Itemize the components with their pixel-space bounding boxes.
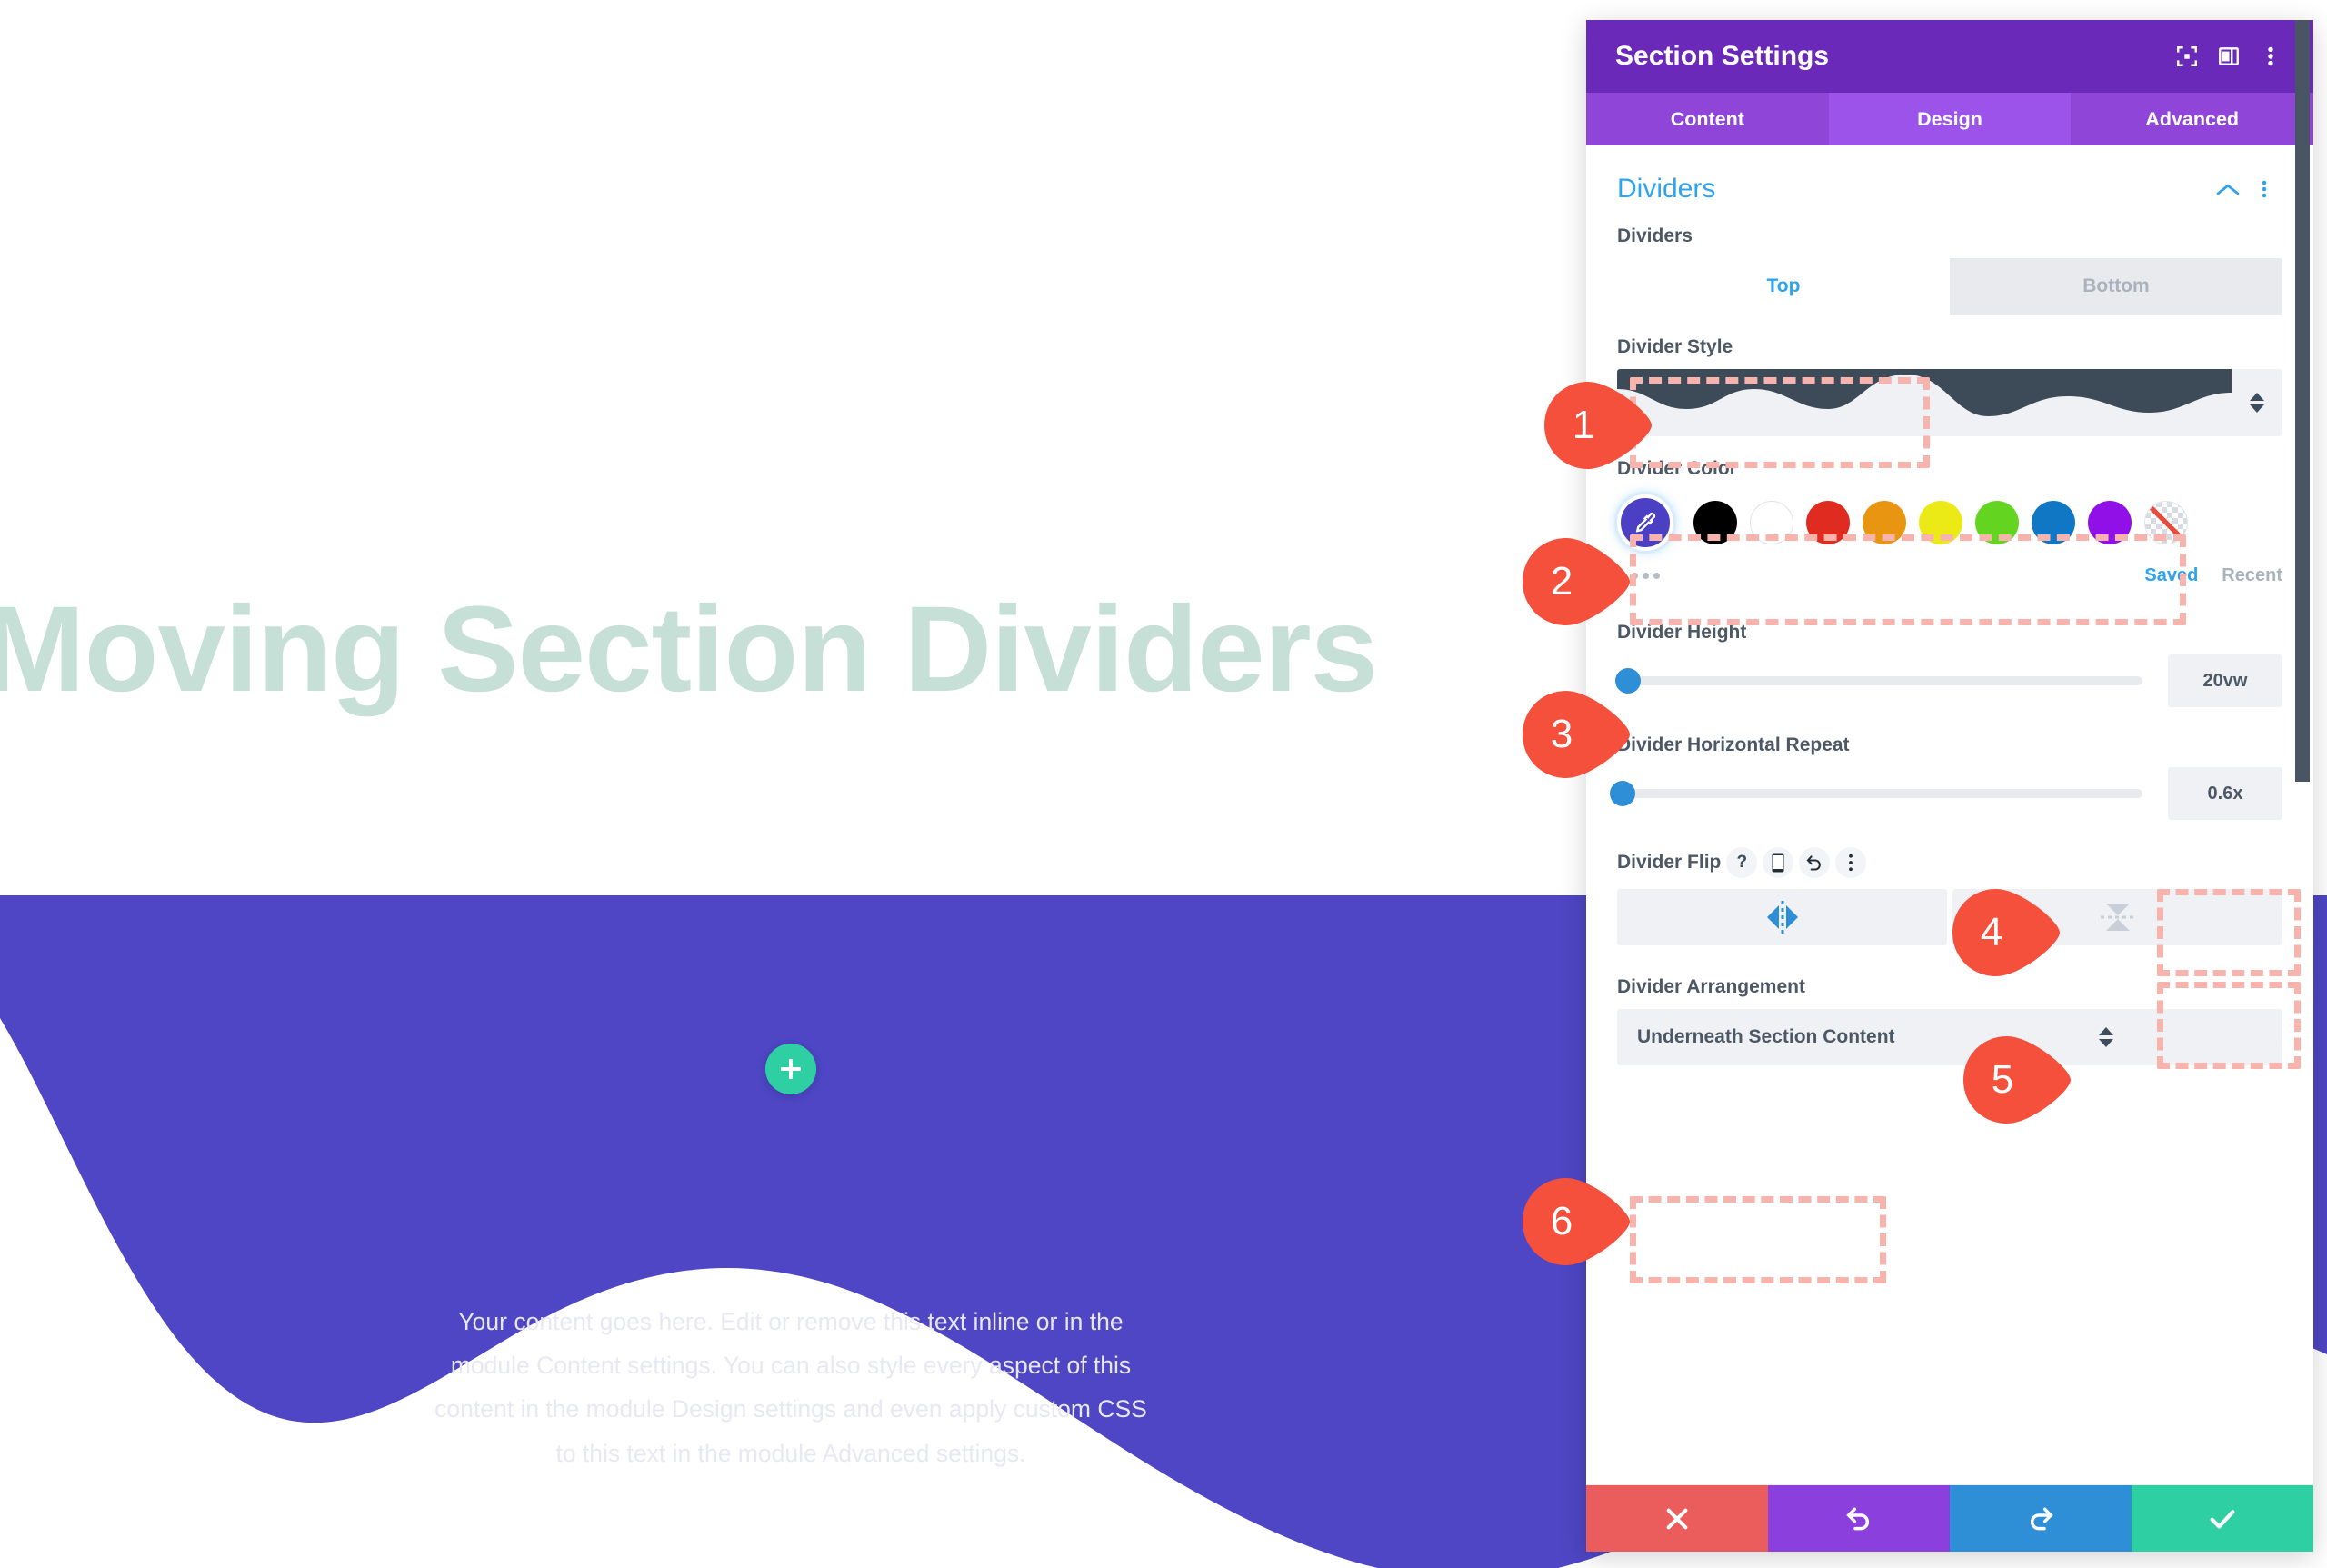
undo-arrow-icon	[1846, 1507, 1869, 1530]
tab-advanced[interactable]: Advanced	[2071, 93, 2313, 145]
swatch-red[interactable]	[1806, 501, 1850, 544]
recent-colors-tab[interactable]: Recent	[2222, 565, 2282, 586]
plus-icon-vertical	[789, 1059, 793, 1079]
swatch-white[interactable]	[1750, 501, 1793, 544]
divider-arrangement-label: Divider Arrangement	[1617, 976, 1805, 997]
slider-knob[interactable]	[1609, 781, 1635, 806]
focus-frame-icon[interactable]	[2166, 35, 2208, 77]
close-x-icon	[1666, 1508, 1688, 1529]
flip-vertical-icon	[2100, 904, 2135, 931]
eyedropper-icon	[1635, 512, 1656, 533]
checkmark-icon	[2210, 1509, 2235, 1529]
undo-button[interactable]	[1768, 1485, 1950, 1552]
divider-flip-vertical-button[interactable]	[1952, 889, 2282, 945]
help-icon[interactable]: ?	[1726, 847, 1758, 878]
divider-arrangement-value: Underneath Section Content	[1637, 1026, 1895, 1047]
tab-content[interactable]: Content	[1586, 93, 1829, 145]
slider-knob[interactable]	[1614, 668, 1641, 694]
reset-icon[interactable]	[1799, 847, 1831, 878]
swatch-purple[interactable]	[2088, 501, 2132, 544]
divider-flip-field: Divider Flip ?	[1617, 847, 2282, 945]
divider-horizontal-repeat-label: Divider Horizontal Repeat	[1617, 734, 1850, 755]
kebab-menu-icon[interactable]	[1835, 847, 1867, 878]
divider-style-label: Divider Style	[1617, 336, 1733, 357]
dividers-field: Dividers Top Bottom	[1617, 225, 2282, 315]
swatch-blue[interactable]	[2032, 501, 2075, 544]
divider-flip-label: Divider Flip	[1617, 852, 1722, 873]
divider-height-value[interactable]: 20vw	[2168, 654, 2282, 707]
divider-arrangement-field: Divider Arrangement Underneath Section C…	[1617, 976, 2282, 1065]
divider-flip-label-row: Divider Flip ?	[1617, 847, 2282, 878]
swatch-black[interactable]	[1693, 501, 1737, 544]
dividers-top-button[interactable]: Top	[1617, 258, 1950, 315]
dividers-bottom-button[interactable]: Bottom	[1950, 258, 2282, 315]
divider-horizontal-repeat-field: Divider Horizontal Repeat 0.6x	[1609, 734, 2282, 820]
divider-height-label: Divider Height	[1617, 622, 1747, 643]
panel-body: Dividers Dividers Top Bottom Divider Sty	[1586, 145, 2313, 1484]
dividers-toggle-title: Dividers	[1617, 174, 1716, 204]
panel-footer	[1586, 1484, 2313, 1552]
more-dots-icon[interactable]	[1617, 572, 1673, 579]
select-stepper-arrows	[1950, 1027, 2262, 1047]
panel-tabs: Content Design Advanced	[1586, 93, 2313, 145]
divider-color-meta-row: Saved Recent	[1617, 556, 2282, 594]
tab-design[interactable]: Design	[1828, 93, 2072, 145]
divider-color-eyedropper[interactable]	[1617, 494, 1673, 551]
divider-height-slider-row: 20vw	[1614, 654, 2282, 707]
section-body-text: Your content goes here. Edit or remove t…	[434, 1308, 1147, 1467]
phone-glyph	[1772, 853, 1784, 873]
divider-horizontal-repeat-value[interactable]: 0.6x	[2168, 767, 2282, 820]
style-stepper-arrows[interactable]	[2232, 369, 2282, 436]
add-module-button[interactable]	[765, 1044, 816, 1094]
dividers-toggle-header[interactable]: Dividers	[1617, 145, 2282, 225]
divider-height-slider[interactable]	[1614, 668, 2142, 694]
divider-color-label: Divider Color	[1617, 458, 1737, 479]
panel-header: Section Settings	[1586, 20, 2313, 93]
divider-horizontal-repeat-slider-row: 0.6x	[1609, 767, 2282, 820]
panel-scrollbar[interactable]	[2295, 20, 2310, 782]
undo-glyph	[1806, 855, 1822, 871]
save-button[interactable]	[2132, 1485, 2313, 1552]
chevron-up-icon	[2099, 1027, 2113, 1035]
section-settings-panel: Section Settings Content Design Advanced	[1586, 20, 2313, 1552]
swatch-yellow[interactable]	[1919, 501, 1962, 544]
chevron-up-icon[interactable]	[2210, 171, 2246, 207]
redo-button[interactable]	[1950, 1485, 2132, 1552]
wave-preview-icon	[1617, 369, 2232, 436]
divider-color-swatch-row	[1617, 491, 2282, 554]
chevron-down-icon	[2099, 1039, 2113, 1047]
kebab-menu-icon[interactable]	[2246, 171, 2282, 207]
layout-panel-icon[interactable]	[2208, 35, 2250, 77]
saved-colors-tab[interactable]: Saved	[2144, 565, 2198, 586]
chevron-up-icon	[2250, 393, 2264, 401]
chevron-down-icon	[2250, 404, 2264, 413]
divider-style-field: Divider Style	[1617, 336, 2282, 436]
swatch-green[interactable]	[1975, 501, 2019, 544]
swatch-orange[interactable]	[1863, 501, 1906, 544]
dividers-segmented-control: Top Bottom	[1617, 258, 2282, 315]
divider-style-select[interactable]	[1617, 369, 2282, 436]
dividers-field-label: Dividers	[1617, 225, 1693, 246]
divider-height-field: Divider Height 20vw	[1614, 622, 2282, 707]
divider-flip-options	[1617, 889, 2282, 945]
redo-arrow-icon	[2031, 1507, 2053, 1530]
kebab-menu-icon[interactable]	[2250, 35, 2292, 77]
swatch-transparent[interactable]	[2144, 501, 2188, 544]
divider-flip-horizontal-button[interactable]	[1617, 889, 1947, 945]
divider-arrangement-select[interactable]: Underneath Section Content	[1617, 1009, 2282, 1065]
divider-style-preview	[1617, 369, 2232, 436]
divider-color-field: Divider Color Saved Recent	[1617, 458, 2282, 594]
panel-title: Section Settings	[1615, 41, 1830, 71]
divider-horizontal-repeat-slider[interactable]	[1609, 781, 2142, 806]
flip-horizontal-icon	[1766, 901, 1798, 934]
cancel-button[interactable]	[1586, 1485, 1768, 1552]
responsive-phone-icon[interactable]	[1763, 847, 1794, 878]
